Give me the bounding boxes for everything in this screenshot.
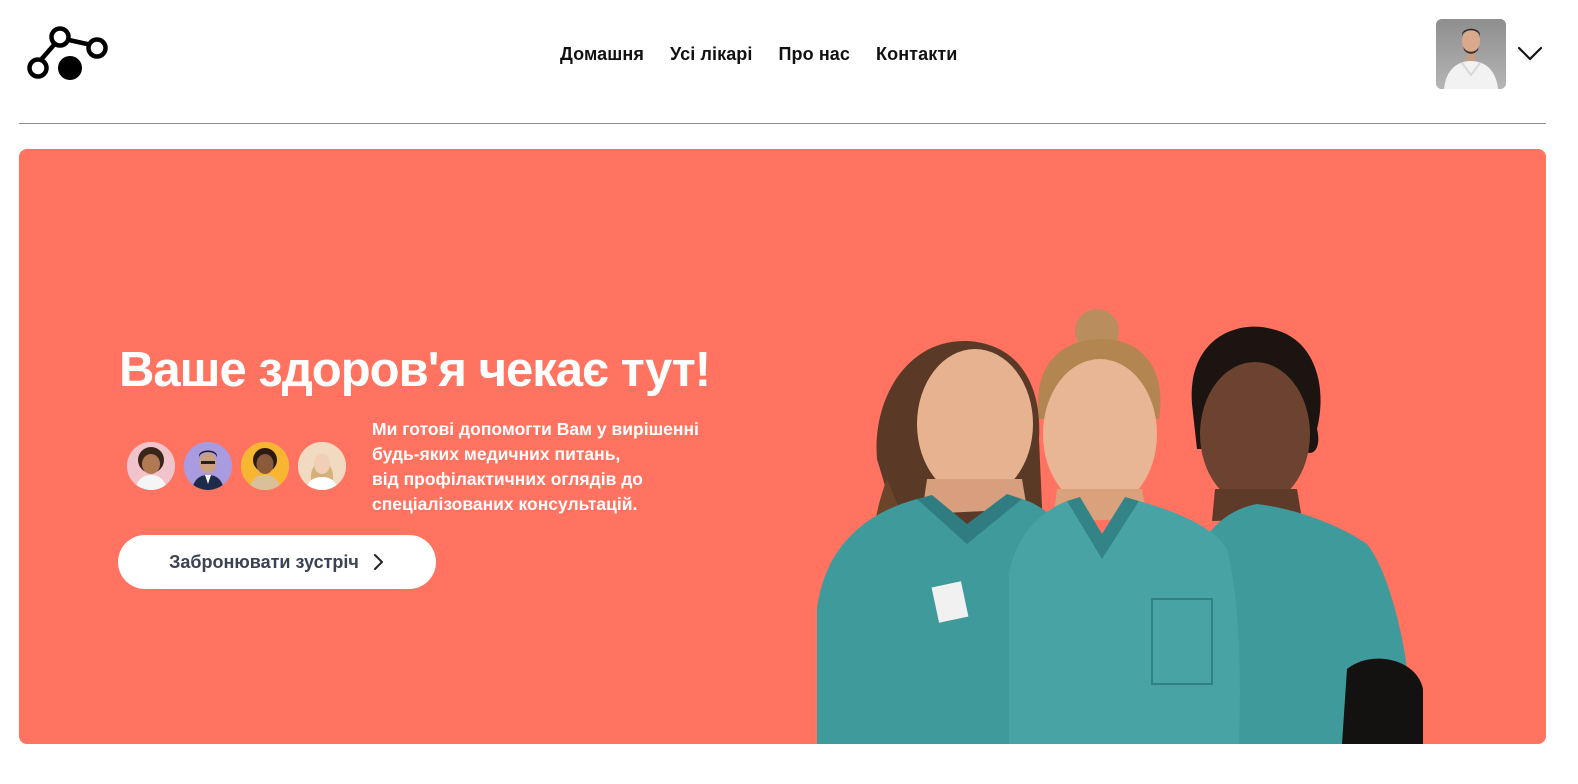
hero-description-line: спеціалізованих консультацій. bbox=[372, 494, 638, 514]
doctor-avatar bbox=[239, 440, 291, 492]
chevron-right-icon bbox=[373, 554, 383, 570]
nav-contacts[interactable]: Контакти bbox=[876, 44, 957, 65]
doctor-avatar bbox=[182, 440, 234, 492]
hero-description-line: Ми готові допомогти Вам у вирішенні bbox=[372, 419, 699, 439]
nodes-logo-icon[interactable] bbox=[24, 24, 114, 86]
user-photo bbox=[1436, 19, 1506, 89]
hero-banner: Ваше здоров'я чекає тут! Ми готові допом… bbox=[19, 149, 1546, 744]
nav-about[interactable]: Про нас bbox=[779, 44, 851, 65]
site-header: Домашня Усі лікарі Про нас Контакти bbox=[0, 0, 1578, 112]
chevron-down-icon[interactable] bbox=[1516, 42, 1544, 64]
nav-all-doctors[interactable]: Усі лікарі bbox=[670, 44, 753, 65]
main-nav: Домашня Усі лікарі Про нас Контакти bbox=[560, 44, 957, 65]
doctors-team-photo bbox=[817, 309, 1423, 744]
hero-description-line: від профілактичних оглядів до bbox=[372, 469, 643, 489]
doctor-avatar bbox=[296, 440, 348, 492]
header-divider bbox=[19, 123, 1546, 124]
hero-description-line: будь-яких медичних питань, bbox=[372, 444, 621, 464]
doctor-avatars bbox=[125, 440, 350, 492]
doctor-avatar bbox=[125, 440, 177, 492]
user-avatar[interactable] bbox=[1436, 19, 1506, 89]
book-appointment-button[interactable]: Забронювати зустріч bbox=[118, 535, 436, 589]
nav-home[interactable]: Домашня bbox=[560, 44, 644, 65]
book-appointment-label: Забронювати зустріч bbox=[169, 551, 359, 572]
hero-description: Ми готові допомогти Вам у вирішенні будь… bbox=[372, 417, 772, 517]
hero-title: Ваше здоров'я чекає тут! bbox=[119, 343, 711, 397]
